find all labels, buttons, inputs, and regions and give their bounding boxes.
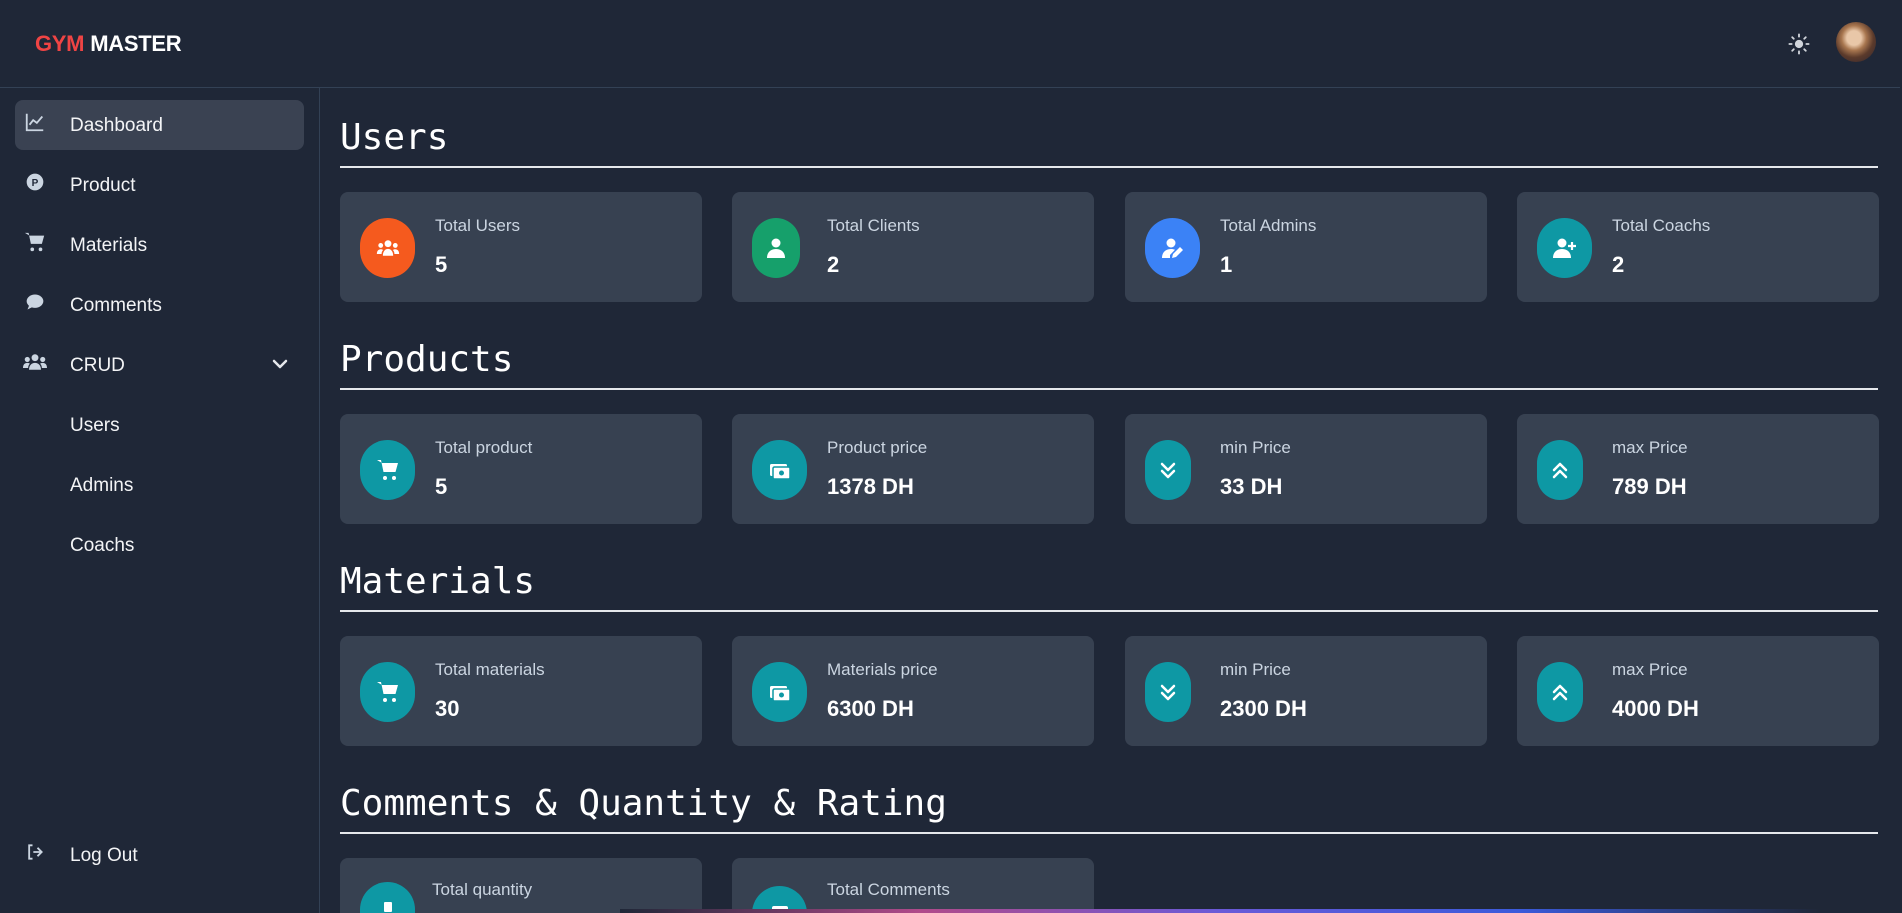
stat-label: Total Comments (827, 880, 950, 899)
chevrons-down-icon (1145, 662, 1191, 722)
sidebar-item-label: Dashboard (70, 115, 163, 136)
sun-icon[interactable] (1786, 31, 1812, 57)
sidebar-item-label: Comments (70, 295, 162, 316)
stat-value: 2300 DH (1220, 696, 1307, 721)
stat-value: 4000 DH (1612, 696, 1699, 721)
chevron-down-icon[interactable] (270, 354, 290, 374)
stat-value: 5 (435, 252, 448, 277)
logo-gym: GYM (35, 31, 85, 56)
stat-label: Total quantity (432, 880, 533, 899)
section-title-materials: Materials (340, 560, 1878, 612)
stat-label: Total Coachs (1612, 216, 1711, 235)
stat-value: 2 (827, 252, 840, 277)
stat-card-total-admins: Total Admins 1 (1125, 192, 1487, 302)
stat-card-total-quantity: Total quantity (340, 858, 702, 913)
users-group-icon (23, 350, 47, 374)
sidebar-item-dashboard[interactable]: Dashboard (15, 100, 304, 150)
cart-icon (360, 662, 415, 722)
sidebar-subitem-admins[interactable]: Admins (70, 475, 133, 497)
users-icon (360, 218, 415, 278)
stat-value: 789 DH (1612, 474, 1687, 499)
sidebar: Dashboard P Product Materials Comments C… (0, 88, 320, 913)
sidebar-item-materials[interactable]: Materials (15, 220, 304, 270)
stat-card-total-clients: Total Clients 2 (732, 192, 1094, 302)
cart-icon (23, 230, 47, 254)
sidebar-item-label: CRUD (70, 355, 125, 376)
stat-card-total-product: Total product 5 (340, 414, 702, 524)
logo-master: MASTER (90, 31, 182, 56)
stat-label: Total Clients (827, 216, 920, 235)
stat-card-min-price: min Price 33 DH (1125, 414, 1487, 524)
stat-value: 2 (1612, 252, 1625, 277)
section-title-users: Users (340, 116, 1878, 168)
chevrons-up-icon (1537, 662, 1583, 722)
stat-value: 6300 DH (827, 696, 914, 721)
stat-card-min-price: min Price 2300 DH (1125, 636, 1487, 746)
top-header: GYM MASTER (0, 0, 1900, 88)
svg-text:P: P (32, 178, 39, 189)
stat-value: 5 (435, 474, 448, 499)
stat-card-total-coachs: Total Coachs 2 (1517, 192, 1879, 302)
chart-line-icon (23, 110, 47, 134)
comment-icon (23, 290, 47, 314)
chevrons-up-icon (1537, 440, 1583, 500)
avatar[interactable] (1836, 22, 1876, 62)
stat-label: Total Users (435, 216, 521, 235)
user-icon (752, 218, 800, 278)
app-logo[interactable]: GYM MASTER (35, 31, 182, 57)
sidebar-item-product[interactable]: P Product (15, 160, 304, 210)
sidebar-item-label: Product (70, 175, 136, 196)
stat-value: 33 DH (1220, 474, 1283, 499)
sidebar-subitem-coachs[interactable]: Coachs (70, 535, 134, 557)
stat-card-materials-price: Materials price 6300 DH (732, 636, 1094, 746)
stat-label: min Price (1220, 660, 1291, 679)
section-title-products: Products (340, 338, 1878, 390)
money-icon (752, 440, 807, 500)
stat-label: Total Admins (1220, 216, 1317, 235)
stat-label: Product price (827, 438, 928, 457)
product-p-icon: P (23, 170, 47, 194)
chevrons-down-icon (1145, 440, 1191, 500)
sidebar-subitem-users[interactable]: Users (70, 415, 120, 437)
logout-button[interactable]: Log Out (15, 830, 304, 880)
stat-card-total-users: Total Users 5 (340, 192, 702, 302)
bottom-decoration (620, 909, 1820, 913)
sidebar-item-label: Materials (70, 235, 148, 256)
stat-card-total-comments: Total Comments (732, 858, 1094, 913)
stat-label: max Price (1612, 438, 1688, 457)
logout-label: Log Out (70, 845, 138, 866)
stat-value: 30 (435, 696, 460, 721)
stat-label: Total materials (435, 660, 545, 679)
section-title-comments: Comments & Quantity & Rating (340, 782, 1878, 834)
stat-card-max-price: max Price 789 DH (1517, 414, 1879, 524)
stat-card-max-price: max Price 4000 DH (1517, 636, 1879, 746)
stat-label: Materials price (827, 660, 938, 679)
box-icon (360, 882, 415, 913)
stat-value: 1 (1220, 252, 1233, 277)
stat-label: max Price (1612, 660, 1688, 679)
logout-icon (23, 840, 47, 864)
user-plus-icon (1537, 218, 1592, 278)
sidebar-item-crud[interactable]: CRUD (15, 340, 304, 390)
cart-icon (360, 440, 415, 500)
sidebar-item-comments[interactable]: Comments (15, 280, 304, 330)
stat-card-product-price: Product price 1378 DH (732, 414, 1094, 524)
stat-value: 1378 DH (827, 474, 914, 499)
stat-label: min Price (1220, 438, 1291, 457)
stat-card-total-materials: Total materials 30 (340, 636, 702, 746)
stat-label: Total product (435, 438, 533, 457)
money-icon (752, 662, 807, 722)
user-edit-icon (1145, 218, 1200, 278)
